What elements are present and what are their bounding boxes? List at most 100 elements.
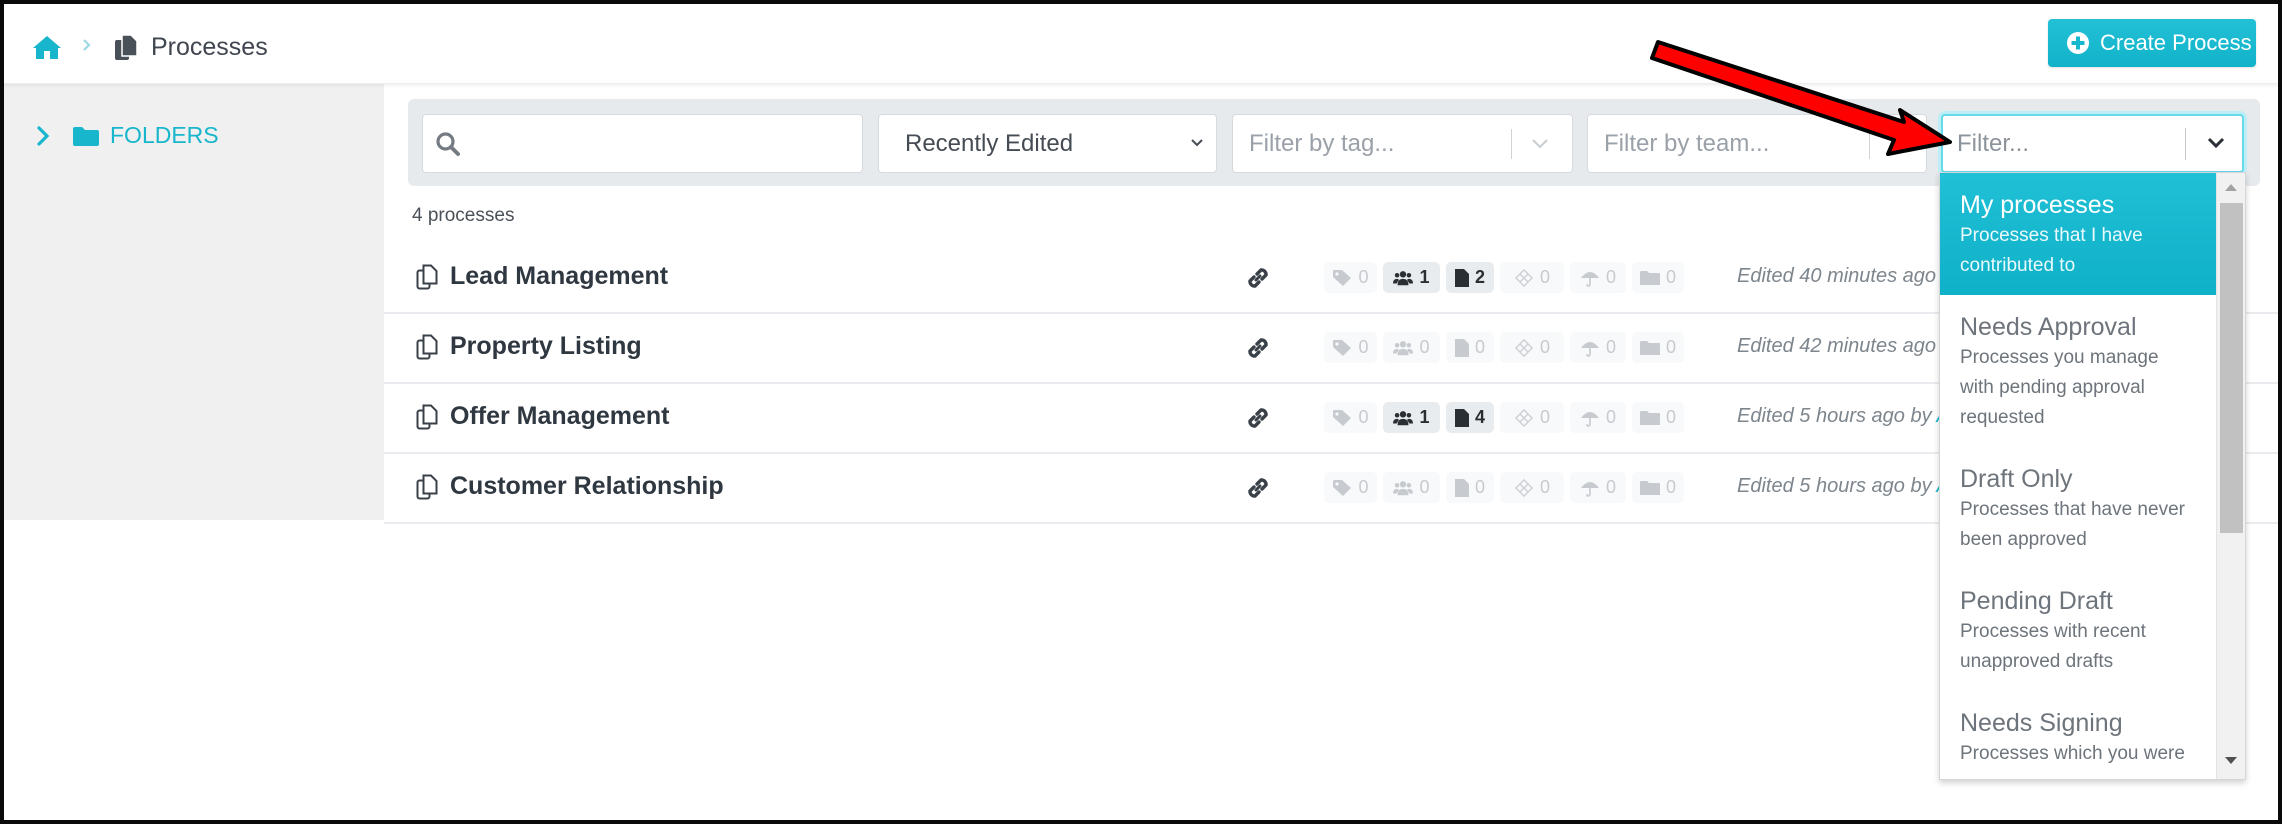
chevron-down-icon <box>1532 139 1548 149</box>
risks-badge[interactable]: 0 <box>1570 262 1626 293</box>
edited-info: Edited 42 minutes ago <box>1737 335 1936 358</box>
search-field[interactable] <box>422 114 863 173</box>
dropdown-scrollbar[interactable] <box>2216 173 2245 779</box>
diagrams-badge[interactable]: 0 <box>1500 262 1564 293</box>
search-input[interactable] <box>471 115 862 172</box>
tag-icon <box>1333 409 1352 426</box>
teams-badge[interactable]: 0 <box>1383 332 1440 363</box>
diagrams-badge[interactable]: 0 <box>1500 332 1564 363</box>
link-icon[interactable] <box>1244 404 1272 432</box>
sidebar-folders-toggle[interactable]: FOLDERS <box>36 122 219 149</box>
process-name[interactable]: Offer Management <box>450 402 669 431</box>
teams-badge[interactable]: 1 <box>1383 262 1440 293</box>
tags-count: 0 <box>1358 267 1369 287</box>
sidebar: FOLDERS <box>4 84 384 520</box>
filter-option-title: Draft Only <box>1960 465 2073 493</box>
folders-badge[interactable]: 0 <box>1632 332 1684 363</box>
teams-badge[interactable]: 0 <box>1383 472 1440 503</box>
diagrams-badge[interactable]: 0 <box>1500 472 1564 503</box>
folder-icon <box>1639 480 1660 495</box>
create-process-button[interactable]: Create Process <box>2048 19 2256 67</box>
filter-option[interactable]: Draft Only Processes that have never been… <box>1940 447 2216 569</box>
edited-info: Edited 5 hours ago by A <box>1737 475 1950 498</box>
badge-group: 0 1 2 0 0 0 <box>1324 262 1690 293</box>
edited-text: Edited 40 minutes ago <box>1737 265 1937 287</box>
sort-select[interactable]: Recently Edited <box>878 114 1217 173</box>
filter-option-title: Pending Draft <box>1960 587 2113 615</box>
process-name[interactable]: Property Listing <box>450 332 642 361</box>
filter-option-description: Processes which you were <box>1960 743 2185 764</box>
process-name[interactable]: Customer Relationship <box>450 472 724 501</box>
filter-option-description: Processes you manage with pending approv… <box>1960 347 2159 428</box>
status-filter-select[interactable]: Filter... <box>1941 114 2244 173</box>
link-icon[interactable] <box>1244 264 1272 292</box>
tags-badge[interactable]: 0 <box>1324 402 1377 433</box>
tag-icon <box>1333 269 1352 286</box>
folders-badge[interactable]: 0 <box>1632 472 1684 503</box>
chevron-down-icon[interactable] <box>2206 136 2226 150</box>
tags-badge[interactable]: 0 <box>1324 472 1377 503</box>
folders-count: 0 <box>1665 267 1676 287</box>
tag-icon <box>1333 339 1352 356</box>
process-name[interactable]: Lead Management <box>450 262 668 291</box>
documents-badge[interactable]: 4 <box>1446 402 1494 433</box>
link-icon[interactable] <box>1244 334 1272 362</box>
filter-dropdown-menu: My processes Processes that I have contri… <box>1939 172 2246 780</box>
copy-icon <box>115 34 138 60</box>
chevron-down-icon <box>1191 139 1203 147</box>
tags-count: 0 <box>1358 477 1369 497</box>
filter-option[interactable]: Needs Signing Processes which you were <box>1940 691 2216 779</box>
umbrella-icon <box>1580 481 1599 497</box>
teams-badge[interactable]: 1 <box>1383 402 1440 433</box>
edited-text: Edited 42 minutes ago <box>1737 335 1937 357</box>
diamond-grid-icon <box>1514 268 1534 287</box>
filter-option-title: Needs Signing <box>1960 709 2123 737</box>
tag-icon <box>1333 479 1352 496</box>
file-icon <box>1454 408 1469 427</box>
folders-badge[interactable]: 0 <box>1632 402 1684 433</box>
risks-badge[interactable]: 0 <box>1570 472 1626 503</box>
scroll-down-arrow-icon[interactable] <box>2225 757 2237 765</box>
teams-count: 0 <box>1419 337 1430 357</box>
documents-badge[interactable]: 0 <box>1446 472 1494 503</box>
folder-icon <box>1639 270 1660 285</box>
diamond-grid-icon <box>1514 408 1534 427</box>
tag-filter-select[interactable]: Filter by tag... <box>1232 114 1573 173</box>
documents-badge[interactable]: 2 <box>1446 262 1494 293</box>
risks-badge[interactable]: 0 <box>1570 402 1626 433</box>
status-filter-placeholder: Filter... <box>1957 129 2030 157</box>
copy-icon <box>416 404 438 430</box>
tags-badge[interactable]: 0 <box>1324 332 1377 363</box>
filter-option[interactable]: Pending Draft Processes with recent unapp… <box>1940 569 2216 691</box>
folders-count: 0 <box>1665 407 1676 427</box>
badge-group: 0 1 4 0 0 0 <box>1324 402 1690 433</box>
folder-icon <box>73 126 99 146</box>
scroll-up-arrow-icon[interactable] <box>2225 183 2237 191</box>
diagrams-badge[interactable]: 0 <box>1500 402 1564 433</box>
users-icon <box>1393 340 1414 355</box>
link-icon[interactable] <box>1244 474 1272 502</box>
badge-group: 0 0 0 0 0 0 <box>1324 472 1690 503</box>
umbrella-icon <box>1580 341 1599 357</box>
create-process-label: Create Process <box>2100 30 2252 55</box>
filter-option-description: Processes that I have contributed to <box>1960 225 2143 276</box>
folders-badge[interactable]: 0 <box>1632 262 1684 293</box>
tags-badge[interactable]: 0 <box>1324 262 1377 293</box>
documents-badge[interactable]: 0 <box>1446 332 1494 363</box>
filter-option-title: My processes <box>1960 191 2115 219</box>
filter-option[interactable]: My processes Processes that I have contri… <box>1940 173 2216 295</box>
filter-option[interactable]: Needs Approval Processes you manage with … <box>1940 295 2216 447</box>
home-icon[interactable] <box>32 34 62 60</box>
diagrams-count: 0 <box>1539 337 1550 357</box>
teams-count: 1 <box>1419 267 1430 287</box>
risks-badge[interactable]: 0 <box>1570 332 1626 363</box>
filter-option-description: Processes with recent unapproved drafts <box>1960 621 2146 672</box>
risks-count: 0 <box>1605 267 1616 287</box>
users-icon <box>1393 410 1414 425</box>
process-count: 4 processes <box>412 205 515 226</box>
divider <box>2185 128 2186 160</box>
scrollbar-thumb[interactable] <box>2220 203 2243 533</box>
copy-icon <box>416 264 438 290</box>
documents-count: 0 <box>1474 477 1485 497</box>
sort-selected-value: Recently Edited <box>905 129 1074 157</box>
